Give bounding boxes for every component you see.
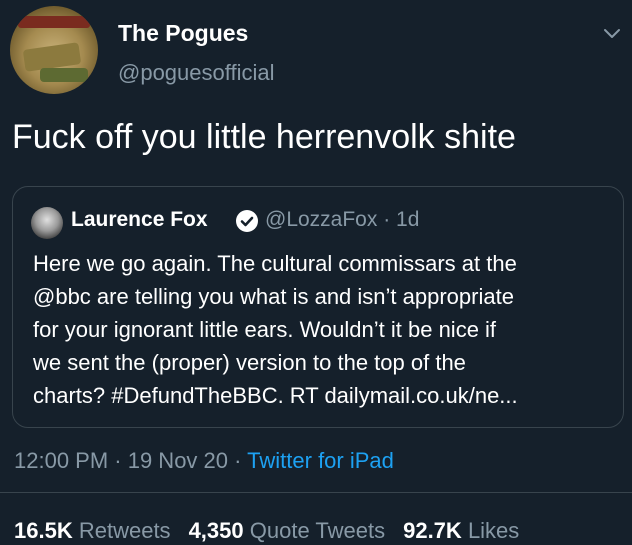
source-link[interactable]: Twitter for iPad bbox=[247, 448, 394, 473]
avatar-art bbox=[18, 16, 90, 28]
quoted-tweet-text: Here we go again. The cultural commissar… bbox=[33, 247, 617, 412]
quoted-text-line: for your ignorant little ears. Wouldn’t … bbox=[33, 317, 497, 342]
author-handle[interactable]: @poguesofficial bbox=[118, 60, 274, 86]
quoted-text-line: we sent the (proper) version to the top … bbox=[33, 350, 466, 375]
verified-badge-icon bbox=[236, 210, 258, 232]
likes-count: 92.7K bbox=[403, 518, 462, 543]
quoted-handle-time[interactable]: @LozzaFox · 1d bbox=[265, 208, 419, 232]
timestamp-text[interactable]: 12:00 PM · 19 Nov 20 · bbox=[14, 448, 247, 473]
quote-tweets-count: 4,350 bbox=[188, 518, 244, 543]
retweets-count: 16.5K bbox=[14, 518, 73, 543]
quoted-text-line: charts? #DefundTheBBC. RT dailymail.co.u… bbox=[33, 383, 518, 408]
quoted-author-avatar[interactable] bbox=[31, 207, 63, 239]
avatar-art bbox=[40, 68, 88, 82]
tweet-timestamp: 12:00 PM · 19 Nov 20 · Twitter for iPad bbox=[14, 448, 394, 474]
author-avatar[interactable] bbox=[10, 6, 98, 94]
quote-tweets-stat[interactable]: 4,350 Quote Tweets bbox=[189, 518, 386, 543]
author-display-name[interactable]: The Pogues bbox=[118, 20, 248, 47]
likes-stat[interactable]: 92.7K Likes bbox=[403, 518, 519, 543]
quote-tweets-label: Quote Tweets bbox=[249, 518, 386, 543]
tweet-text: Fuck off you little herrenvolk shite bbox=[12, 118, 516, 156]
quoted-author-name[interactable]: Laurence Fox bbox=[71, 208, 208, 232]
engagement-stats: 16.5K Retweets 4,350 Quote Tweets 92.7K Li… bbox=[14, 518, 537, 544]
retweets-label: Retweets bbox=[78, 518, 171, 543]
quoted-text-line: Here we go again. The cultural commissar… bbox=[33, 251, 517, 276]
quoted-tweet[interactable]: Laurence Fox @LozzaFox · 1d Here we go a… bbox=[12, 186, 624, 428]
likes-label: Likes bbox=[467, 518, 520, 543]
quoted-text-line: @bbc are telling you what is and isn’t a… bbox=[33, 284, 514, 309]
chevron-down-icon[interactable] bbox=[600, 22, 624, 46]
retweets-stat[interactable]: 16.5K Retweets bbox=[14, 518, 171, 543]
divider bbox=[0, 492, 632, 493]
